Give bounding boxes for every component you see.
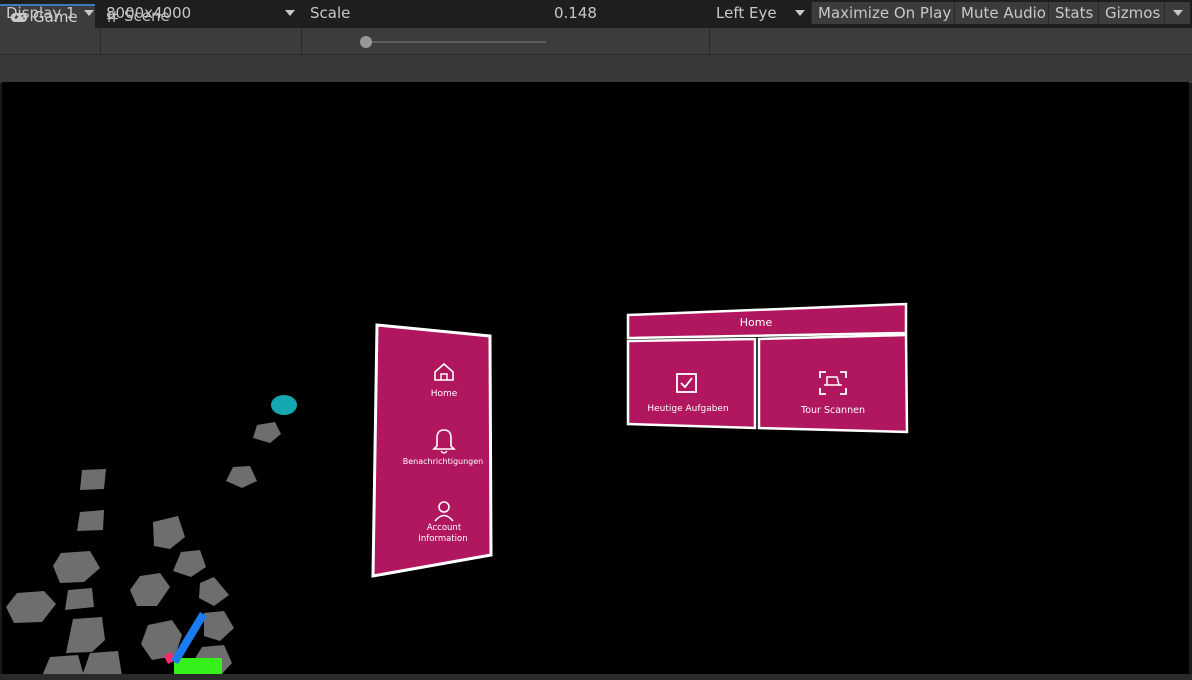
- maximize-label: Maximize On Play: [818, 4, 952, 22]
- rock: [253, 422, 281, 443]
- resolution-dropdown[interactable]: 8000x4000: [100, 2, 301, 24]
- tour-scannen-label: Tour Scannen: [800, 405, 865, 416]
- rock: [42, 655, 84, 674]
- rock: [199, 577, 229, 606]
- resolution-value: 8000x4000: [106, 4, 192, 22]
- toolbar-divider: [100, 28, 101, 54]
- tour-scannen-button[interactable]: Tour Scannen: [757, 333, 909, 434]
- scene-canvas: Home Benachrichtigungen Account Informat…: [6, 302, 909, 674]
- scale-value: 0.148: [548, 2, 600, 24]
- marker-sphere: [271, 395, 297, 415]
- side-menu-panel: Home Benachrichtigungen Account Informat…: [371, 323, 493, 578]
- heutige-aufgaben-background: [626, 337, 757, 430]
- home-panel-title: Home: [740, 316, 773, 329]
- stats-label: Stats: [1055, 4, 1094, 22]
- chevron-down-icon: [285, 10, 295, 16]
- stats-toggle[interactable]: Stats: [1048, 2, 1098, 24]
- gizmos-toggle[interactable]: Gizmos: [1098, 2, 1164, 24]
- mute-label: Mute Audio: [961, 4, 1046, 22]
- rock: [77, 510, 104, 531]
- home-panel: Home Heutige Aufgaben Tour Scannen: [626, 302, 909, 434]
- rock: [66, 617, 105, 653]
- rock: [53, 551, 100, 583]
- rock: [173, 550, 206, 577]
- scale-label: Scale: [304, 2, 354, 24]
- game-toolbar: [0, 28, 1192, 54]
- rock: [153, 516, 185, 549]
- heutige-aufgaben-button[interactable]: Heutige Aufgaben: [626, 337, 757, 430]
- scale-slider-thumb[interactable]: [360, 36, 372, 48]
- menu-item-account-label-line2: Information: [418, 534, 467, 544]
- bottom-border: [0, 674, 1192, 680]
- rock: [65, 588, 94, 610]
- rock: [82, 651, 122, 674]
- menu-item-home-label: Home: [431, 389, 458, 399]
- menu-item-account-label-line1: Account: [427, 523, 462, 533]
- rock: [226, 466, 257, 488]
- rock: [80, 469, 106, 490]
- gizmos-label: Gizmos: [1105, 4, 1161, 22]
- chevron-down-icon: [84, 10, 94, 16]
- chevron-down-icon: [1173, 10, 1183, 16]
- gizmo-green-plane: [174, 658, 222, 674]
- menu-item-notifications-label: Benachrichtigungen: [403, 457, 483, 466]
- eye-value: Left Eye: [716, 4, 777, 22]
- rock-cluster: [6, 422, 281, 674]
- scale-label-text: Scale: [310, 4, 351, 22]
- heutige-aufgaben-label: Heutige Aufgaben: [647, 404, 728, 414]
- gizmos-dropdown[interactable]: [1164, 2, 1190, 24]
- scale-slider-track[interactable]: [362, 41, 546, 43]
- rock: [130, 573, 170, 606]
- toolbar-divider: [709, 28, 710, 54]
- eye-dropdown[interactable]: Left Eye: [710, 2, 811, 24]
- display-dropdown[interactable]: Display 1: [0, 2, 100, 24]
- scale-value-text: 0.148: [554, 4, 597, 22]
- display-value: Display 1: [6, 4, 76, 22]
- chevron-down-icon: [795, 10, 805, 16]
- rock: [204, 611, 234, 641]
- toolbar-strip: [0, 54, 1192, 83]
- game-viewport[interactable]: Home Benachrichtigungen Account Informat…: [2, 82, 1189, 674]
- toolbar-divider: [301, 28, 302, 54]
- maximize-on-play-toggle[interactable]: Maximize On Play: [811, 2, 954, 24]
- tour-scannen-background: [757, 333, 909, 434]
- mute-audio-toggle[interactable]: Mute Audio: [954, 2, 1048, 24]
- rock: [6, 591, 56, 623]
